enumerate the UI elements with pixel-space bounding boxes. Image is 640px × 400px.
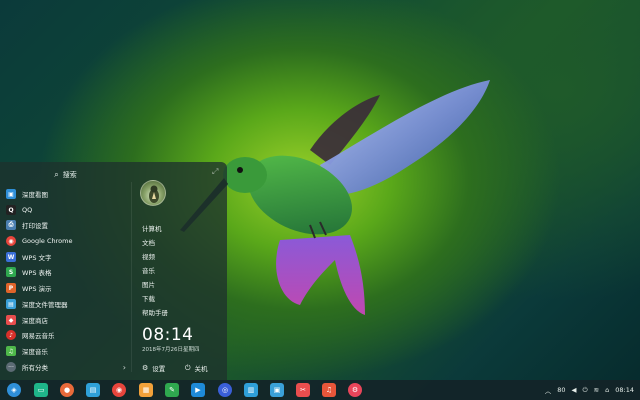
deepin-music-icon: ♫ — [6, 346, 16, 356]
app-label: 打印设置 — [22, 222, 48, 230]
power-label: 关机 — [194, 365, 208, 373]
archive-icon[interactable]: ▦ — [139, 383, 153, 397]
app-item-qq[interactable]: Q QQ — [6, 203, 126, 217]
app-item-wps-spreadsheet[interactable]: S WPS 表格 — [6, 265, 126, 279]
wifi-icon[interactable]: ≋ — [594, 386, 599, 394]
browser-icon[interactable]: ◎ — [218, 383, 232, 397]
printer-icon: ⎙ — [6, 220, 16, 230]
place-music[interactable]: 音乐 — [142, 264, 155, 276]
launcher-divider — [131, 182, 132, 372]
place-computer[interactable]: 计算机 — [142, 222, 162, 234]
fullscreen-expand-icon[interactable]: ⤢ — [212, 167, 218, 177]
user-avatar[interactable] — [140, 180, 166, 206]
place-help-manual[interactable]: 帮助手册 — [142, 306, 168, 318]
all-categories-button[interactable]: ··· 所有分类 › — [6, 361, 126, 373]
file-manager-icon[interactable]: ▤ — [86, 383, 100, 397]
all-categories-label: 所有分类 — [22, 364, 48, 372]
app-label: WPS 表格 — [22, 269, 52, 277]
speaker-icon[interactable]: ◀ — [572, 386, 577, 394]
power-button[interactable]: ⏻ 关机 — [185, 362, 208, 374]
wps-presentation-icon: P — [6, 283, 16, 293]
system-tray: ︿ 80 ◀ ⏻ ≋ ⌂ 08:14 — [545, 380, 634, 400]
power-icon: ⏻ — [185, 363, 191, 372]
settings-gear-icon[interactable]: ⚙ — [348, 383, 362, 397]
app-store-icon: ◆ — [6, 315, 16, 325]
app-label: 深度文件管理器 — [22, 301, 68, 309]
more-dots-icon: ··· — [6, 362, 16, 372]
launcher-icon[interactable]: ◈ — [7, 383, 21, 397]
app-item-netease-music[interactable]: ♪ 网易云音乐 — [6, 328, 126, 342]
app-label: QQ — [22, 206, 33, 214]
launcher-clock: 08:14 — [142, 325, 194, 345]
app-label: 深度看图 — [22, 191, 48, 199]
volume-level[interactable]: 80 — [557, 386, 565, 394]
place-pictures[interactable]: 图片 — [142, 278, 155, 290]
launcher-date: 2018年7月26日星期四 — [142, 347, 200, 353]
chevron-up-icon[interactable]: ︿ — [545, 385, 552, 395]
screen-capture-icon[interactable]: ✂ — [296, 383, 310, 397]
app-label: Google Chrome — [22, 237, 73, 245]
app-item-deepin-image-viewer[interactable]: ▣ 深度看图 — [6, 187, 126, 201]
place-downloads[interactable]: 下载 — [142, 292, 155, 304]
app-label: 网易云音乐 — [22, 332, 55, 340]
video-player-icon[interactable]: ▶ — [191, 383, 205, 397]
editor-icon[interactable]: ✎ — [165, 383, 179, 397]
app-label: WPS 演示 — [22, 285, 52, 293]
chrome-icon[interactable]: ◉ — [112, 383, 126, 397]
settings-label: 设置 — [152, 365, 166, 373]
app-item-file-manager[interactable]: ▤ 深度文件管理器 — [6, 297, 126, 311]
place-videos[interactable]: 视频 — [142, 250, 155, 262]
app-label: 深度商店 — [22, 317, 48, 325]
app-item-google-chrome[interactable]: ◉ Google Chrome — [6, 234, 126, 248]
netease-music-icon: ♪ — [6, 330, 16, 340]
wps-spreadsheet-icon: S — [6, 267, 16, 277]
chat-icon[interactable]: ● — [60, 383, 74, 397]
document-viewer-icon[interactable]: ▥ — [244, 383, 258, 397]
taskbar-clock[interactable]: 08:14 — [615, 386, 634, 394]
file-manager-icon: ▤ — [6, 299, 16, 309]
app-item-deepin-store[interactable]: ◆ 深度商店 — [6, 313, 126, 327]
chrome-icon: ◉ — [6, 236, 16, 246]
power-status-icon[interactable]: ⏻ — [583, 386, 588, 395]
wps-writer-icon: W — [6, 252, 16, 262]
search-input[interactable]: ⌕ 搜索 — [0, 166, 131, 184]
multitasking-icon[interactable]: ▭ — [34, 383, 48, 397]
app-item-wps-presentation[interactable]: P WPS 演示 — [6, 281, 126, 295]
image-viewer-icon[interactable]: ▣ — [270, 383, 284, 397]
qq-icon: Q — [6, 205, 16, 215]
app-item-print-settings[interactable]: ⎙ 打印设置 — [6, 218, 126, 232]
app-label: 深度音乐 — [22, 348, 48, 356]
app-item-deepin-music[interactable]: ♫ 深度音乐 — [6, 344, 126, 358]
app-label: WPS 文字 — [22, 254, 52, 262]
notification-icon[interactable]: ⌂ — [605, 386, 609, 394]
search-placeholder: 搜索 — [62, 171, 77, 179]
gear-icon: ⚙ — [142, 364, 149, 372]
settings-button[interactable]: ⚙ 设置 — [142, 362, 165, 374]
chevron-right-icon: › — [122, 362, 126, 372]
app-item-wps-writer[interactable]: W WPS 文字 — [6, 250, 126, 264]
search-icon: ⌕ — [54, 170, 59, 179]
image-viewer-icon: ▣ — [6, 189, 16, 199]
place-documents[interactable]: 文档 — [142, 236, 155, 248]
music-icon[interactable]: ♫ — [322, 383, 336, 397]
